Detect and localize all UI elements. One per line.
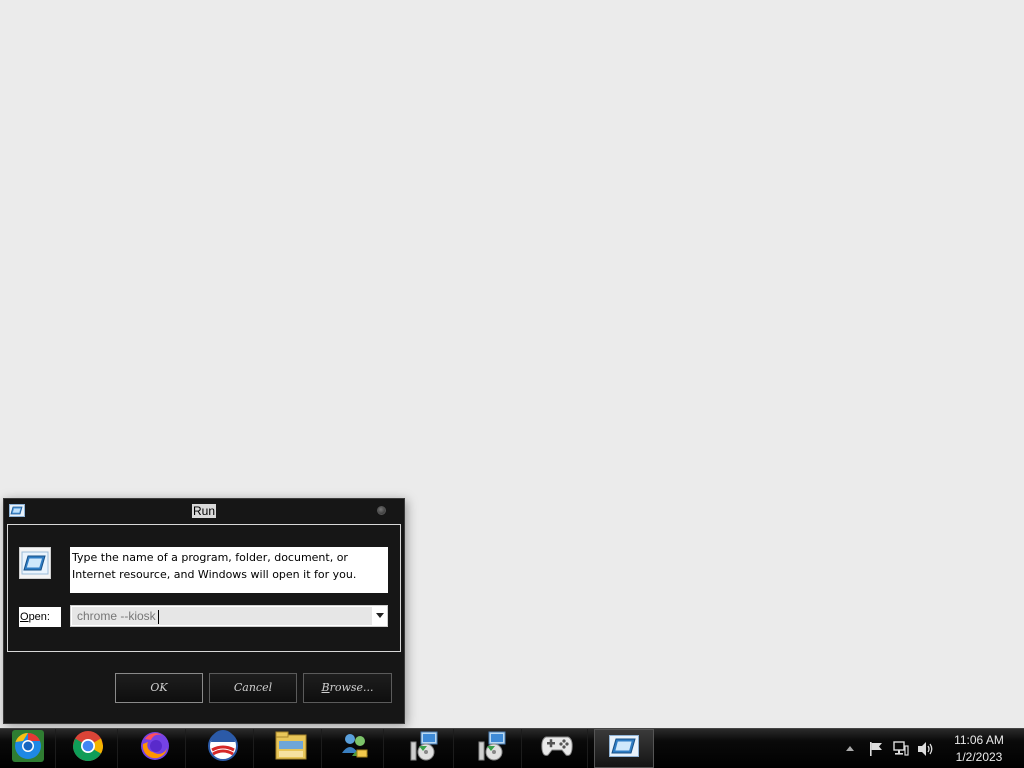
cancel-button[interactable]: Cancel: [209, 673, 297, 703]
system-clock[interactable]: 11:06 AM 1/2/2023: [944, 732, 1014, 766]
browse-button[interactable]: Browse...: [303, 673, 392, 703]
taskbar-app-run[interactable]: [594, 729, 654, 768]
taskbar-app-network-users[interactable]: [326, 729, 384, 768]
show-hidden-icons-button[interactable]: [846, 746, 854, 751]
dialog-titlebar[interactable]: Run: [4, 499, 404, 523]
description-line-1: Type the name of a program, folder, docu…: [72, 551, 348, 564]
text-caret: [157, 609, 159, 624]
taskbar: 11:06 AM 1/2/2023: [0, 728, 1024, 768]
open-label-text: pen:: [28, 611, 50, 623]
file-explorer-icon: [274, 731, 308, 766]
open-label: Open:: [19, 607, 61, 627]
ok-button[interactable]: OK: [115, 673, 203, 703]
run-dialog: Run Type the name of a program, folder, …: [3, 498, 405, 724]
taskbar-app-games[interactable]: [526, 729, 588, 768]
description-line-2: Internet resource, and Windows will open…: [72, 568, 357, 581]
open-label-mnemonic: O: [20, 611, 29, 623]
dialog-description: Type the name of a program, folder, docu…: [70, 547, 388, 593]
network-icon[interactable]: [893, 741, 909, 762]
close-button[interactable]: [377, 506, 386, 515]
action-center-flag-icon[interactable]: [868, 741, 884, 762]
taskbar-app-obama[interactable]: [192, 729, 254, 768]
taskbar-app-chromium[interactable]: [0, 729, 56, 768]
obama-logo-icon: [207, 730, 239, 767]
network-users-icon: [339, 731, 371, 766]
dialog-title: Run: [191, 504, 217, 518]
taskbar-app-firefox[interactable]: [124, 729, 186, 768]
installer-disc-icon: [407, 730, 439, 767]
taskbar-app-installer-2[interactable]: [460, 729, 522, 768]
run-program-icon: [19, 547, 51, 579]
gamepad-icon: [540, 733, 574, 764]
clock-date: 1/2/2023: [955, 750, 1003, 764]
clock-time: 11:06 AM: [954, 733, 1004, 747]
dialog-content-panel: Type the name of a program, folder, docu…: [7, 524, 401, 652]
taskbar-app-chrome[interactable]: [58, 729, 118, 768]
firefox-icon: [139, 730, 171, 767]
chromium-icon: [11, 729, 45, 768]
installer-disc-icon: [475, 730, 507, 767]
open-combobox[interactable]: chrome --kiosk: [70, 605, 388, 627]
chrome-icon: [72, 730, 104, 767]
volume-icon[interactable]: [917, 741, 935, 762]
dropdown-arrow-icon[interactable]: [376, 613, 384, 618]
taskbar-app-file-explorer[interactable]: [260, 729, 322, 768]
open-input[interactable]: chrome --kiosk: [72, 607, 372, 625]
open-input-text: chrome --kiosk: [77, 609, 156, 623]
browse-mnemonic: B: [321, 681, 330, 694]
run-icon: [609, 735, 639, 762]
taskbar-app-installer-1[interactable]: [392, 729, 454, 768]
browse-label: rowse...: [329, 681, 374, 694]
run-icon: [9, 504, 25, 517]
